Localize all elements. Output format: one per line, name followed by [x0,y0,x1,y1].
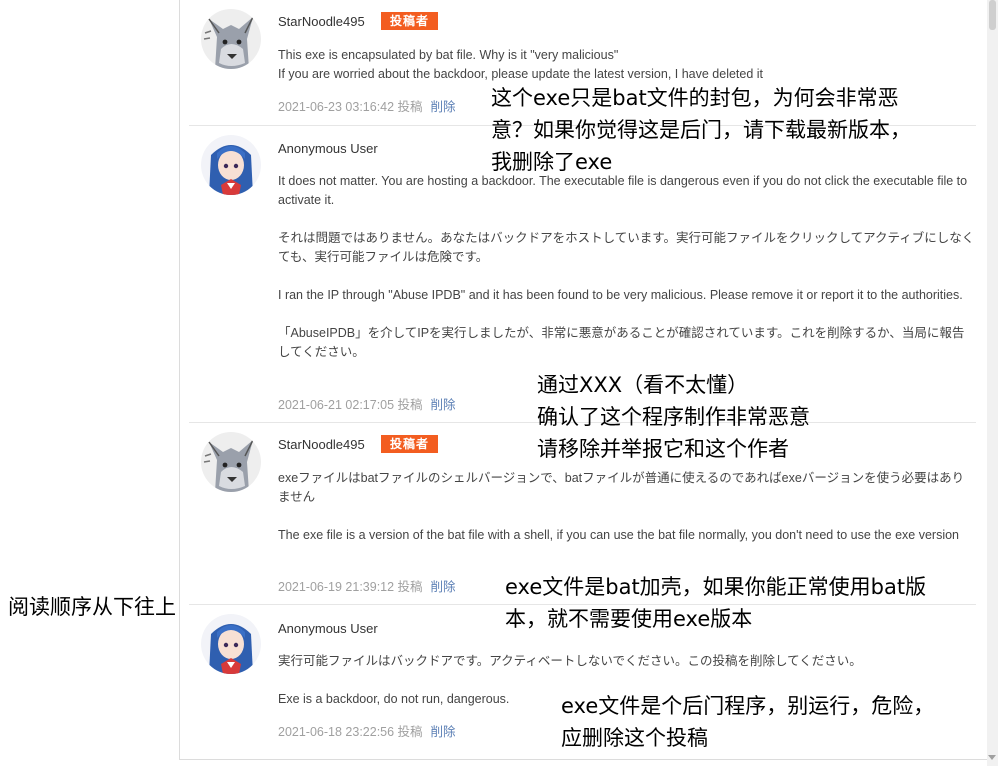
comment-timestamp: 2021-06-21 02:17:05 投稿 [278,398,423,412]
comment-timestamp: 2021-06-18 23:22:56 投稿 [278,725,423,739]
annotation-translation-1: 这个exe只是bat文件的封包，为何会非常恶 意？如果你觉得这是后门，请下载最新… [491,82,911,178]
annotation-line: 意？如果你觉得这是后门，请下载最新版本， [491,118,911,142]
delete-link[interactable]: 削除 [431,725,456,739]
annotation-line: 本，就不需要使用exe版本 [505,607,753,631]
annotation-reading-order: 阅读顺序从下往上 [8,591,176,623]
comment-author[interactable]: StarNoodle495 [278,14,365,29]
comment-meta: 2021-06-19 21:39:12 投稿 削除 [278,576,456,595]
comment-text: This exe is encapsulated by bat file. Wh… [278,46,976,84]
annotation-line: 阅读顺序从下往上 [8,595,176,619]
comment-meta: 2021-06-21 02:17:05 投稿 削除 [278,394,456,413]
delete-link[interactable]: 削除 [431,100,456,114]
comment-paragraph: 「AbuseIPDB」を介してIPを実行しましたが、非常に悪意があることが確認さ… [278,326,965,359]
comment-meta: 2021-06-18 23:22:56 投稿 削除 [278,721,456,740]
comment-timestamp: 2021-06-19 21:39:12 投稿 [278,580,423,594]
annotation-line: 我删除了exe [491,150,613,174]
annotation-line: 应删除这个投稿 [561,726,708,750]
annotation-line: exe文件是个后门程序，别运行，危险， [561,694,935,718]
comment-paragraph: The exe file is a version of the bat fil… [278,528,960,542]
annotation-line: 这个exe只是bat文件的封包，为何会非常恶 [491,86,899,110]
delete-link[interactable]: 削除 [431,580,456,594]
annotation-line: exe文件是bat加壳，如果你能正常使用bat版 [505,575,927,599]
annotation-translation-3: exe文件是bat加壳，如果你能正常使用bat版 本，就不需要使用exe版本 [505,571,926,635]
anime-girl-avatar-icon[interactable] [201,135,261,195]
annotation-line: 请移除并举报它和这个作者 [537,437,789,461]
comment-paragraph: This exe is encapsulated by bat file. Wh… [278,48,764,81]
comment-text: It does not matter. You are hosting a ba… [278,172,976,362]
comment-author[interactable]: Anonymous User [278,621,378,636]
annotation-translation-2: 通过XXX（看不太懂） 确认了这个程序制作非常恶意 请移除并举报它和这个作者 [537,369,810,465]
scrollbar[interactable] [987,0,998,766]
uploader-badge: 投稿者 [381,435,439,453]
scroll-down-arrow-icon[interactable] [988,755,996,760]
wolf-avatar-icon[interactable] [201,432,261,492]
annotation-translation-4: exe文件是个后门程序，别运行，危险， 应删除这个投稿 [561,690,934,754]
comment-meta: 2021-06-23 03:16:42 投稿 削除 [278,96,456,115]
comment-timestamp: 2021-06-23 03:16:42 投稿 [278,100,423,114]
comment-text: exeファイルはbatファイルのシェルバージョンで、batファイルが普通に使える… [278,469,976,545]
annotation-line: 确认了这个程序制作非常恶意 [537,405,810,429]
comment-author[interactable]: StarNoodle495 [278,437,365,452]
annotation-line: 通过XXX（看不太懂） [537,373,749,397]
wolf-avatar-icon[interactable] [201,9,261,69]
comment-paragraph: 実行可能ファイルはバックドアです。アクティベートしないでください。この投稿を削除… [278,654,862,668]
anime-girl-avatar-icon[interactable] [201,614,261,674]
delete-link[interactable]: 削除 [431,398,456,412]
comment-author[interactable]: Anonymous User [278,141,378,156]
scrollbar-thumb[interactable] [989,0,996,30]
comment-paragraph: それは問題ではありません。あなたはバックドアをホストしています。実行可能ファイル… [278,231,975,264]
comment-paragraph: I ran the IP through "Abuse IPDB" and it… [278,288,963,302]
uploader-badge: 投稿者 [381,12,439,30]
comment-paragraph: exeファイルはbatファイルのシェルバージョンで、batファイルが普通に使える… [278,471,965,504]
